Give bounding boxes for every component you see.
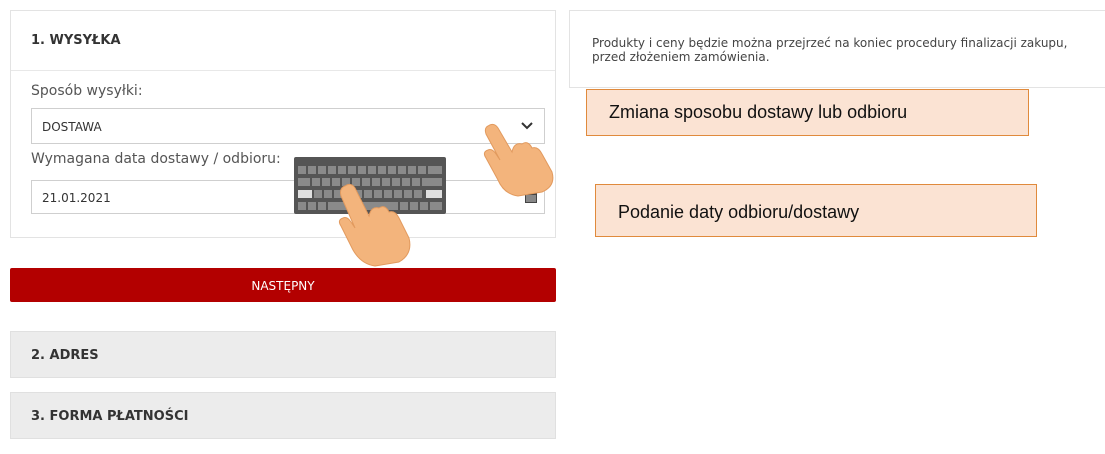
step-payment[interactable]: 3. FORMA PŁATNOŚCI xyxy=(10,392,556,439)
step-payment-label: 3. FORMA PŁATNOŚCI xyxy=(31,409,189,424)
callout-change-delivery-text: Zmiana sposobu dostawy lub odbioru xyxy=(609,102,908,122)
shipping-method-label: Sposób wysyłki: xyxy=(31,83,143,99)
callout-delivery-date: Podanie daty odbioru/dostawy xyxy=(595,184,1037,237)
shipping-panel: 1. WYSYŁKA Sposób wysyłki: DOSTAWA Wymag… xyxy=(10,10,556,238)
callout-delivery-date-text: Podanie daty odbioru/dostawy xyxy=(618,202,860,222)
tap-hand-icon xyxy=(483,123,554,197)
delivery-date-input[interactable]: 21.01.2021 xyxy=(31,180,545,214)
shipping-method-value: DOSTAWA xyxy=(42,120,102,134)
callout-change-delivery: Zmiana sposobu dostawy lub odbioru xyxy=(586,89,1029,136)
step-address[interactable]: 2. ADRES xyxy=(10,331,556,378)
info-text: Produkty i ceny będzie można przejrzeć n… xyxy=(592,36,1068,64)
shipping-method-select[interactable]: DOSTAWA xyxy=(31,108,545,144)
step-address-label: 2. ADRES xyxy=(31,348,99,363)
shipping-title: 1. WYSYŁKA xyxy=(31,33,121,48)
next-button[interactable]: NASTĘPNY xyxy=(10,268,556,302)
delivery-date-label: Wymagana data dostawy / odbioru: xyxy=(31,151,281,167)
panel-divider xyxy=(11,70,555,71)
tap-hand-icon xyxy=(338,183,411,267)
info-box: Produkty i ceny będzie można przejrzeć n… xyxy=(569,10,1105,88)
delivery-date-value: 21.01.2021 xyxy=(42,191,111,205)
